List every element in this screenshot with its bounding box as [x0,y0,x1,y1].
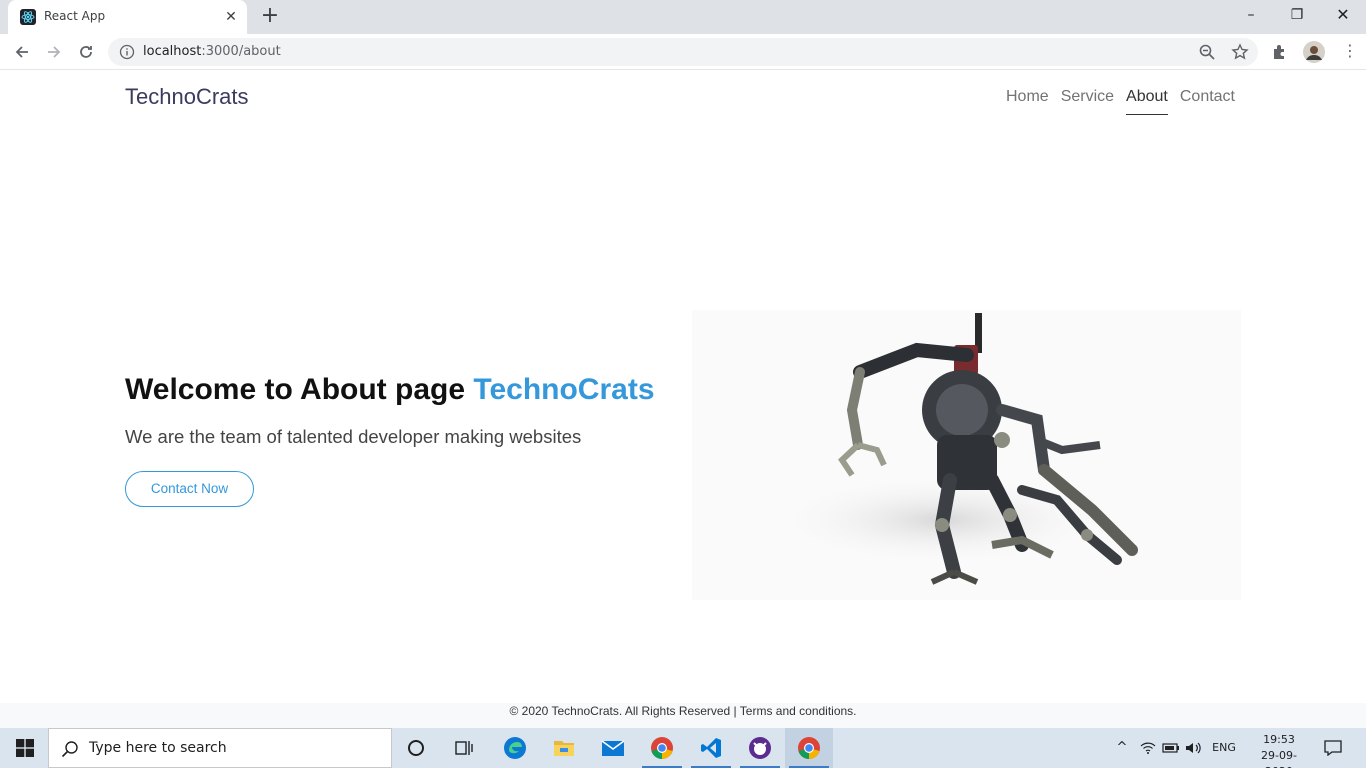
notifications-icon[interactable] [1318,728,1348,768]
hero-title: Welcome to About page TechnoCrats [125,373,655,406]
task-view-icon [455,741,473,755]
volume-icon[interactable] [1184,728,1204,768]
taskbar-search-box[interactable]: Type here to search [48,728,392,768]
nav-link-service[interactable]: Service [1061,88,1114,115]
edge-icon [504,737,526,759]
extensions-puzzle-icon[interactable] [1270,42,1290,62]
chrome-icon [651,737,673,759]
clock-time: 19:53 [1263,733,1295,746]
taskbar-edge[interactable] [491,728,539,768]
clock-date: 29-09-2020 [1261,749,1297,768]
navbar-brand[interactable]: TechnoCrats [125,84,249,110]
browser-tab-strip: React App ✕ + – ❐ ✕ [0,0,1366,34]
taskbar-mail[interactable] [589,728,637,768]
hero-title-brand: TechnoCrats [473,373,655,406]
taskbar-clock[interactable]: 19:53 29-09-2020 [1248,732,1310,768]
tab-close-icon[interactable]: ✕ [222,8,240,26]
minimize-icon[interactable]: – [1228,0,1274,30]
search-placeholder: Type here to search [89,740,227,756]
nav-link-about[interactable]: About [1126,88,1168,115]
browser-menu-icon[interactable]: ⋮ [1336,38,1364,66]
browser-toolbar: localhost:3000/about ⋮ [0,34,1366,70]
reload-icon[interactable] [72,38,100,66]
taskbar-chrome-2[interactable] [785,728,833,768]
profile-avatar-icon[interactable] [1302,40,1326,64]
task-view-button[interactable] [392,728,440,768]
nav-link-home[interactable]: Home [1006,88,1049,115]
footer: © 2020 TechnoCrats. All Rights Reserved … [0,703,1366,728]
back-arrow-icon[interactable] [8,38,36,66]
cortana-circle-icon [408,740,424,756]
search-icon [61,741,78,758]
language-indicator[interactable]: ENG [1208,728,1240,768]
nav-link-contact[interactable]: Contact [1180,88,1235,115]
url-text: localhost:3000/about [143,44,281,59]
close-window-icon[interactable]: ✕ [1320,0,1366,30]
zoom-icon[interactable] [1198,43,1216,61]
new-tab-button[interactable]: + [258,5,282,29]
tray-chevron-up-icon[interactable]: ^ [1112,728,1132,768]
battery-icon[interactable] [1161,728,1181,768]
windows-logo-icon [16,739,34,757]
folder-icon [554,741,574,756]
taskbar-file-explorer[interactable] [540,728,588,768]
robot-illustration [692,310,1241,600]
wifi-icon[interactable] [1138,728,1158,768]
bookmark-star-icon[interactable] [1231,43,1249,61]
windows-taskbar: Type here to search ^ ENG 19:53 29-09- [0,728,1366,768]
react-logo-icon [20,9,36,25]
web-page: TechnoCrats Home Service About Contact W… [0,71,1366,728]
contact-now-button[interactable]: Contact Now [125,471,254,507]
taskbar-vscode[interactable] [687,728,735,768]
hero-subtitle: We are the team of talented developer ma… [125,426,582,447]
app-icon [749,737,771,759]
browser-tab[interactable]: React App ✕ [8,0,247,34]
tab-title: React App [44,9,106,23]
taskbar-chrome-1[interactable] [638,728,686,768]
mail-icon [601,740,625,756]
chrome-icon [798,737,820,759]
taskbar-app-purple[interactable] [736,728,784,768]
address-bar[interactable]: localhost:3000/about [108,38,1258,66]
vscode-icon [701,738,721,758]
timeline-button[interactable] [440,728,488,768]
site-info-icon[interactable] [119,44,135,60]
restore-icon[interactable]: ❐ [1274,0,1320,30]
start-button[interactable] [0,728,48,768]
navbar-links: Home Service About Contact [1000,88,1235,115]
forward-arrow-icon[interactable] [40,38,68,66]
robot-image [772,313,1138,585]
